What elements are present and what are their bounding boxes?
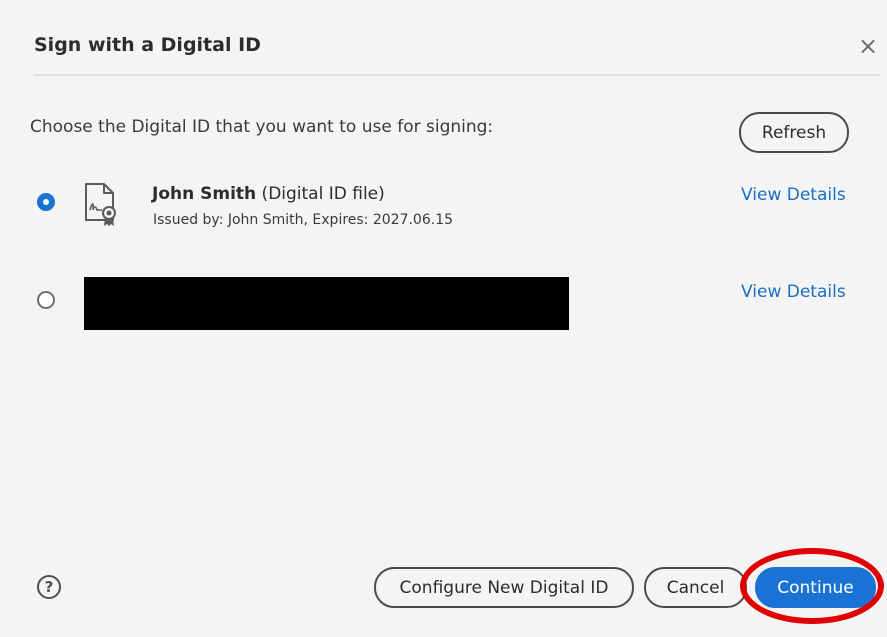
redacted-id-entry [84, 277, 569, 330]
view-details-link-2[interactable]: View Details [741, 282, 846, 302]
cancel-button[interactable]: Cancel [644, 567, 747, 608]
close-icon[interactable]: × [858, 34, 878, 58]
view-details-link-1[interactable]: View Details [741, 185, 846, 205]
id-radio-john-smith[interactable] [37, 193, 55, 211]
id-radio-2[interactable] [37, 291, 55, 309]
continue-button[interactable]: Continue [755, 567, 876, 608]
sign-digital-id-dialog: Sign with a Digital ID × Choose the Digi… [0, 0, 887, 637]
id-type: (Digital ID file) [256, 184, 385, 204]
dialog-title: Sign with a Digital ID [34, 34, 261, 56]
configure-new-digital-id-button[interactable]: Configure New Digital ID [374, 567, 634, 608]
certificate-file-icon [85, 183, 116, 226]
id-name: John Smith (Digital ID file) [152, 184, 385, 204]
id-issued-info: Issued by: John Smith, Expires: 2027.06.… [153, 212, 454, 228]
choose-id-prompt: Choose the Digital ID that you want to u… [30, 117, 494, 137]
help-icon[interactable]: ? [37, 575, 61, 599]
id-owner-name: John Smith [152, 184, 257, 204]
refresh-button[interactable]: Refresh [739, 112, 849, 153]
title-divider [34, 74, 880, 76]
